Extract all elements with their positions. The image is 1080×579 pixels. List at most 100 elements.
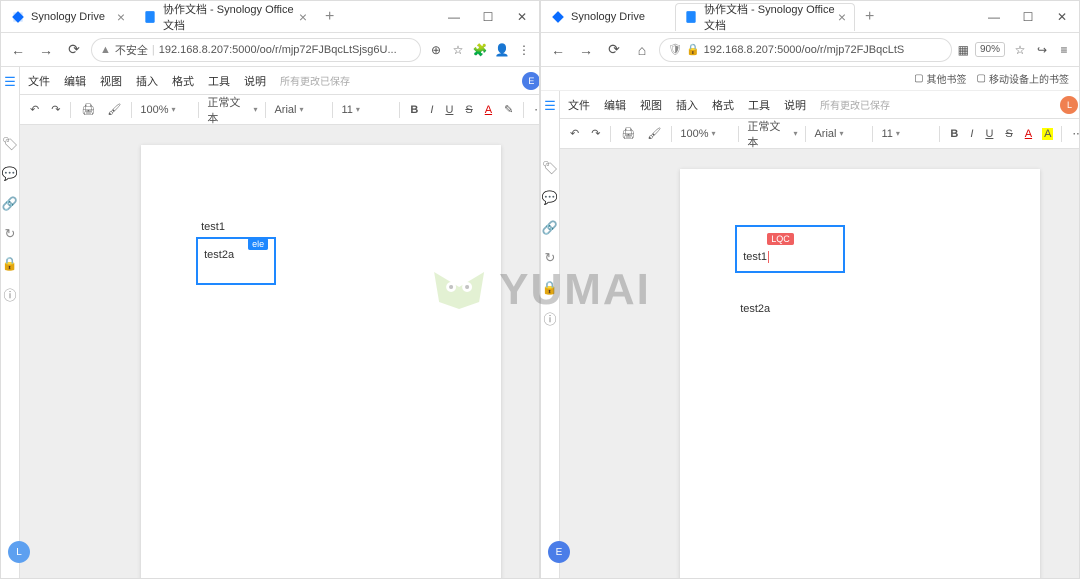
bottom-avatar[interactable]: L (8, 533, 30, 571)
bottom-avatar[interactable]: E (548, 533, 570, 571)
bookmark-mobile[interactable]: ▢ 移动设备上的书签 (977, 71, 1069, 86)
highlight-button[interactable]: ✎ (502, 101, 515, 118)
text-box[interactable]: LQC test1 (735, 225, 845, 273)
close-button[interactable]: ✕ (507, 7, 537, 27)
redo-button[interactable]: ↷ (589, 125, 602, 142)
size-select[interactable]: 11▾ (341, 104, 391, 116)
page[interactable]: test1 ele test2a (141, 145, 501, 578)
menu-view[interactable]: 视图 (100, 73, 122, 89)
menu-help[interactable]: 说明 (244, 73, 266, 89)
more-button[interactable]: ⋯ (532, 101, 539, 118)
menu-tools[interactable]: 工具 (748, 97, 770, 113)
url-input[interactable]: ▲ 不安全 | 192.168.8.207:5000/oo/r/mjp72FJB… (91, 38, 421, 62)
print-button[interactable]: 🖨 (79, 101, 97, 118)
font-select[interactable]: Arial▾ (814, 128, 864, 140)
font-select[interactable]: Arial▾ (274, 104, 324, 116)
menu-insert[interactable]: 插入 (676, 97, 698, 113)
menu-icon[interactable]: ⋮ (515, 41, 533, 59)
tab-drive[interactable]: Synology Drive (543, 3, 673, 31)
library-icon[interactable]: ↪ (1033, 41, 1051, 59)
menu-icon[interactable]: ☰ (1, 73, 19, 91)
extension-icon[interactable]: 🧩 (471, 41, 489, 59)
more-button[interactable]: ⋯ (1070, 125, 1079, 142)
comment-icon[interactable]: 💬 (541, 189, 559, 207)
textcolor-button[interactable]: A (1023, 126, 1034, 142)
style-select[interactable]: 正常文本▾ (747, 118, 797, 150)
size-select[interactable]: 11▾ (881, 128, 931, 140)
back-button[interactable]: ← (7, 39, 29, 61)
menu-edit[interactable]: 编辑 (64, 73, 86, 89)
bookmark-icon[interactable]: ☆ (449, 41, 467, 59)
translate-icon[interactable]: ⊕ (427, 41, 445, 59)
user-avatar[interactable]: L (1060, 96, 1078, 114)
redo-button[interactable]: ↷ (49, 101, 62, 118)
bookmark-icon[interactable]: ☆ (1011, 41, 1029, 59)
lock-icon[interactable]: 🔒 (1, 255, 19, 273)
menu-view[interactable]: 视图 (640, 97, 662, 113)
paint-button[interactable]: 🖌 (645, 125, 663, 142)
zoom-badge[interactable]: 90% (975, 42, 1005, 57)
textbox-content[interactable]: test2a (204, 249, 234, 261)
tag-icon[interactable]: 🏷 (1, 135, 19, 153)
link-icon[interactable]: 🔗 (1, 195, 19, 213)
italic-button[interactable]: I (428, 102, 435, 118)
italic-button[interactable]: I (968, 126, 975, 142)
close-button[interactable]: ✕ (1047, 7, 1077, 27)
info-icon[interactable]: ⓘ (541, 309, 559, 327)
menu-edit[interactable]: 编辑 (604, 97, 626, 113)
forward-button[interactable]: → (575, 39, 597, 61)
forward-button[interactable]: → (35, 39, 57, 61)
info-icon[interactable]: ⓘ (1, 285, 19, 303)
undo-button[interactable]: ↶ (568, 125, 581, 142)
strike-button[interactable]: S (1003, 126, 1014, 142)
menu-insert[interactable]: 插入 (136, 73, 158, 89)
tab-doc[interactable]: 协作文档 - Synology Office 文档 × (135, 3, 315, 31)
tag-icon[interactable]: 🏷 (541, 159, 559, 177)
underline-button[interactable]: U (983, 126, 995, 142)
text-line[interactable]: test1 (201, 221, 225, 233)
page[interactable]: LQC test1 test2a (680, 169, 1040, 578)
zoom-select[interactable]: 100%▾ (140, 104, 190, 116)
menu-format[interactable]: 格式 (172, 73, 194, 89)
menu-help[interactable]: 说明 (784, 97, 806, 113)
comment-icon[interactable]: 💬 (1, 165, 19, 183)
tab-drive[interactable]: Synology Drive × (3, 3, 133, 31)
reload-button[interactable]: ⟳ (63, 39, 85, 61)
url-input[interactable]: 🛡 🔒 192.168.8.207:5000/oo/r/mjp72FJBqcLt… (659, 38, 952, 62)
paint-button[interactable]: 🖌 (105, 101, 123, 118)
back-button[interactable]: ← (547, 39, 569, 61)
new-tab-button[interactable]: + (857, 8, 882, 26)
history-icon[interactable]: ↻ (541, 249, 559, 267)
user-avatar[interactable]: E (522, 72, 539, 90)
style-select[interactable]: 正常文本▾ (207, 94, 257, 126)
underline-button[interactable]: U (443, 102, 455, 118)
home-button[interactable]: ⌂ (631, 39, 653, 61)
link-icon[interactable]: 🔗 (541, 219, 559, 237)
maximize-button[interactable]: ☐ (473, 7, 503, 27)
history-icon[interactable]: ↻ (1, 225, 19, 243)
undo-button[interactable]: ↶ (28, 101, 41, 118)
qr-icon[interactable]: ▦ (958, 43, 969, 57)
minimize-button[interactable]: — (979, 7, 1009, 27)
reload-button[interactable]: ⟳ (603, 39, 625, 61)
new-tab-button[interactable]: + (317, 8, 342, 26)
minimize-button[interactable]: — (439, 7, 469, 27)
menu-tools[interactable]: 工具 (208, 73, 230, 89)
lock-icon[interactable]: 🔒 (541, 279, 559, 297)
menu-icon[interactable]: ≡ (1055, 41, 1073, 59)
textcolor-button[interactable]: A (483, 102, 494, 118)
strike-button[interactable]: S (463, 102, 474, 118)
tab-close-icon[interactable]: × (299, 9, 307, 25)
bold-button[interactable]: B (948, 126, 960, 142)
document-canvas[interactable]: LQC test1 test2a (560, 149, 1079, 578)
text-box[interactable]: ele test2a (196, 237, 276, 285)
tab-close-icon[interactable]: × (838, 9, 846, 25)
menu-file[interactable]: 文件 (568, 97, 590, 113)
text-line[interactable]: test2a (740, 303, 770, 315)
tab-close-icon[interactable]: × (117, 9, 125, 25)
profile-icon[interactable]: 👤 (493, 41, 511, 59)
zoom-select[interactable]: 100%▾ (680, 128, 730, 140)
textbox-content[interactable]: test1 (743, 251, 767, 263)
menu-icon[interactable]: ☰ (541, 97, 559, 115)
menu-format[interactable]: 格式 (712, 97, 734, 113)
